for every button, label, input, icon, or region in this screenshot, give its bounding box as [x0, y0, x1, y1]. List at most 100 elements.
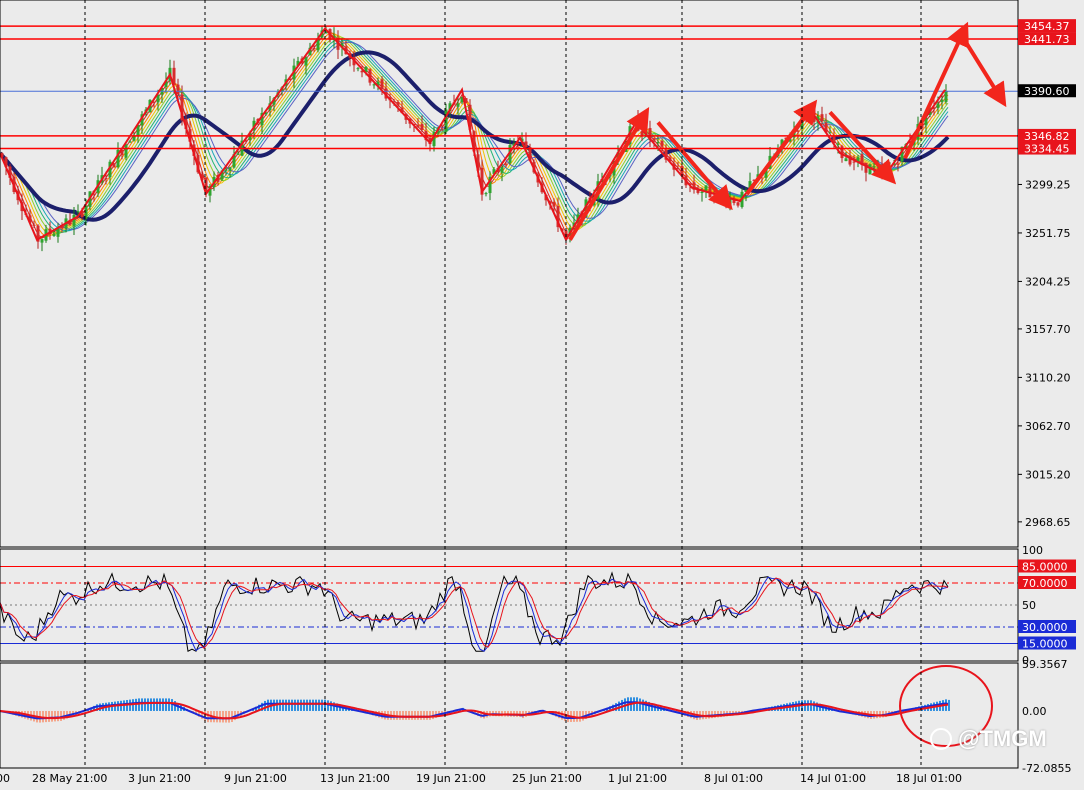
macd-bar — [225, 710, 227, 723]
macd-bar — [48, 710, 50, 722]
macd-bar — [291, 699, 293, 711]
candle-body — [796, 130, 800, 132]
osc-level-tag-label: 85.0000 — [1022, 561, 1068, 574]
candle-body — [228, 167, 232, 171]
macd-bar — [429, 710, 431, 720]
macd-bar — [639, 698, 641, 711]
candle-body — [396, 102, 400, 106]
osc-level-tag-label: 15.0000 — [1022, 638, 1068, 651]
macd-bar — [327, 700, 329, 711]
macd-bar — [417, 710, 419, 720]
candle-body — [656, 141, 660, 143]
macd-bar — [162, 698, 164, 711]
chart-canvas: 00 28 May 21:00 3 Jun 21:00 9 Jun 21:00 13 J… — [0, 0, 1084, 785]
macd-bar — [288, 699, 290, 711]
candle-body — [936, 103, 940, 109]
candle-body — [836, 143, 840, 146]
candle-body — [440, 128, 444, 130]
candle-body — [844, 158, 848, 162]
candle-body — [236, 153, 240, 155]
candle-body — [828, 132, 832, 134]
macd-y-tick-label: 0.00 — [1022, 705, 1047, 718]
osc-level-tag-label: 30.0000 — [1022, 621, 1068, 634]
macd-y-tick-label: -72.0855 — [1022, 762, 1071, 775]
candle-body — [456, 103, 460, 107]
macd-bar — [207, 710, 209, 723]
candle-body — [524, 141, 528, 147]
candle-body — [700, 191, 704, 194]
macd-bar — [165, 698, 167, 711]
x-tick-label: 25 Jun 21:00 — [512, 772, 582, 785]
macd-bar — [579, 710, 581, 722]
osc-level-tag-label: 70.0000 — [1022, 577, 1068, 590]
macd-bar — [300, 699, 302, 711]
x-tick-label: 19 Jun 21:00 — [416, 772, 486, 785]
macd-bar — [168, 698, 170, 711]
macd-bar — [135, 698, 137, 711]
level-tag-label: 3346.82 — [1024, 130, 1070, 143]
macd-bar — [312, 699, 314, 711]
macd-bar — [420, 710, 422, 720]
macd-bar — [138, 698, 140, 711]
macd-bar — [150, 698, 152, 711]
macd-bar — [411, 710, 413, 720]
macd-bar — [57, 710, 59, 722]
watermark-text: @TMGM — [958, 726, 1047, 751]
macd-bar — [414, 710, 416, 720]
candle-body — [504, 164, 508, 166]
macd-bar — [642, 699, 644, 711]
macd-bar — [147, 698, 149, 711]
y-tick-label: 3204.25 — [1025, 275, 1071, 288]
x-tick-label: 3 Jun 21:00 — [128, 772, 191, 785]
candle-body — [304, 57, 308, 66]
candle-body — [40, 239, 44, 243]
level-tag-label: 3334.45 — [1024, 143, 1070, 156]
candle-body — [76, 211, 80, 213]
candle-body — [872, 166, 876, 168]
x-tick-label: 9 Jun 21:00 — [224, 772, 287, 785]
y-tick-label: 3299.25 — [1025, 178, 1071, 191]
macd-bar — [141, 698, 143, 711]
candle-body — [52, 234, 56, 237]
macd-bar — [294, 699, 296, 711]
macd-bar — [810, 700, 812, 711]
macd-bar — [156, 698, 158, 711]
candle-body — [124, 144, 128, 158]
candle-body — [652, 138, 656, 141]
candle-body — [484, 193, 488, 195]
macd-bar — [636, 697, 638, 711]
candle-body — [356, 68, 360, 70]
macd-bar — [405, 710, 407, 720]
macd-bar — [309, 699, 311, 711]
candle-body — [712, 195, 716, 201]
candle-body — [896, 163, 900, 165]
candle-body — [224, 169, 228, 171]
x-tick-label: 18 Jul 01:00 — [896, 772, 962, 785]
macd-bar — [99, 703, 101, 711]
y-tick-label: 3251.75 — [1025, 227, 1071, 240]
macd-bar — [285, 699, 287, 711]
macd-bar — [561, 710, 563, 720]
macd-bar — [144, 698, 146, 711]
candle-body — [940, 99, 944, 103]
trading-chart[interactable]: 00 28 May 21:00 3 Jun 21:00 9 Jun 21:00 13 J… — [0, 0, 1084, 785]
watermark: @TMGM — [928, 726, 1078, 756]
x-tick-label: 1 Jul 21:00 — [608, 772, 667, 785]
macd-bar — [159, 698, 161, 711]
macd-bar — [426, 710, 428, 720]
candle-body — [852, 161, 856, 163]
y-tick-label: 3110.20 — [1025, 371, 1071, 384]
macd-y-tick-label: 59.3567 — [1022, 658, 1068, 671]
candle-body — [56, 229, 60, 237]
candle-body — [660, 140, 664, 147]
candle-body — [944, 91, 948, 102]
candle-body — [104, 178, 108, 180]
macd-bar — [45, 710, 47, 723]
candle-body — [552, 202, 556, 207]
x-tick-label: 28 May 21:00 — [32, 772, 107, 785]
x-tick-label: 14 Jul 01:00 — [800, 772, 866, 785]
watermark-icon — [930, 728, 952, 750]
macd-bar — [279, 699, 281, 711]
osc-y-tick-label: 100 — [1022, 544, 1043, 557]
macd-bar — [303, 699, 305, 711]
